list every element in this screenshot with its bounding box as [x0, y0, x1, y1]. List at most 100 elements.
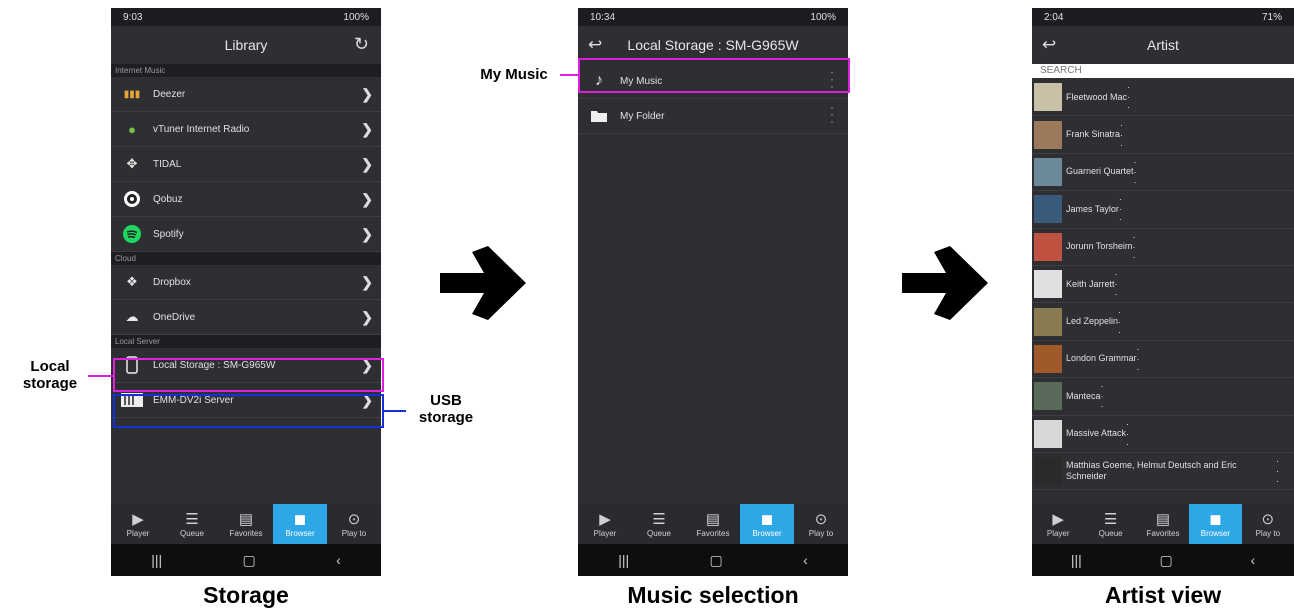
connector-local [88, 375, 113, 377]
chevron-right-icon: ❯ [361, 86, 373, 102]
status-bar: 10:34 100% [578, 8, 848, 26]
list-item-tidal[interactable]: ✥ TIDAL ❯ [111, 147, 381, 182]
phone-library-screen: 9:03 100% Library ↻ Internet Music ▮▮▮ D… [111, 8, 381, 576]
back-icon[interactable]: ‹ [336, 552, 341, 568]
play-to-icon: ⊙ [347, 510, 361, 528]
tab-queue[interactable]: ☰ Queue [632, 504, 686, 544]
artist-row[interactable]: Massive Attack · · · [1032, 416, 1294, 453]
chevron-right-icon: ❯ [361, 226, 373, 242]
tab-queue[interactable]: ☰ Queue [1084, 504, 1136, 544]
artist-name: Jorunn Torsheim [1066, 241, 1133, 252]
refresh-icon[interactable]: ↻ [354, 34, 369, 55]
play-to-icon: ⊙ [814, 510, 828, 528]
list-item-my-folder[interactable]: My Folder · · · [578, 99, 848, 134]
tab-favorites[interactable]: ▤ Favorites [219, 504, 273, 544]
connector-usb [384, 410, 406, 412]
status-bar: 9:03 100% [111, 8, 381, 26]
tab-favorites[interactable]: ▤ Favorites [686, 504, 740, 544]
list-item-spotify[interactable]: Spotify ❯ [111, 217, 381, 252]
list-item-dropbox[interactable]: ❖ Dropbox ❯ [111, 265, 381, 300]
tab-label: Queue [646, 528, 672, 538]
more-options-icon[interactable]: · · · [1132, 232, 1135, 262]
home-icon[interactable]: ▢ [1160, 552, 1173, 569]
tab-label: Favorites [229, 528, 263, 538]
tab-player[interactable]: ▶ Player [111, 504, 165, 544]
back-icon[interactable]: ‹ [803, 552, 808, 568]
android-nav-bar: ||| ▢ ‹ [578, 544, 848, 576]
artist-row[interactable]: Frank Sinatra · · · [1032, 116, 1294, 154]
artist-row[interactable]: Keith Jarrett · · · [1032, 266, 1294, 304]
tab-browser[interactable]: ◼ Browser [1189, 504, 1242, 544]
tab-play-to[interactable]: ⊙ Play to [794, 504, 848, 544]
tab-play-to[interactable]: ⊙ Play to [327, 504, 381, 544]
home-icon[interactable]: ▢ [710, 552, 723, 569]
tab-browser[interactable]: ◼ Browser [740, 504, 794, 544]
recent-apps-icon[interactable]: ||| [151, 552, 162, 568]
back-arrow-icon[interactable]: ↩ [1042, 35, 1056, 55]
tab-player[interactable]: ▶ Player [578, 504, 632, 544]
tab-favorites[interactable]: ▤ Favorites [1137, 504, 1189, 544]
artist-list: Fleetwood Mac · · · Frank Sinatra · · · Guarneri… [1032, 79, 1294, 491]
list-item-onedrive[interactable]: ☁ OneDrive ❯ [111, 300, 381, 335]
more-options-icon[interactable]: · · · [1127, 82, 1130, 112]
title-bar: ↩ Artist [1032, 26, 1294, 64]
more-options-icon[interactable]: · · · [1276, 456, 1279, 486]
favorites-icon: ▤ [1155, 510, 1171, 528]
queue-icon: ☰ [185, 510, 199, 528]
caption-storage: Storage [203, 582, 289, 608]
chevron-right-icon: ❯ [361, 274, 373, 290]
list-item-qobuz[interactable]: Qobuz ❯ [111, 182, 381, 217]
tab-label: Player [126, 528, 150, 538]
recent-apps-icon[interactable]: ||| [618, 552, 629, 568]
browser-icon: ◼ [1209, 510, 1222, 528]
album-thumbnail [1034, 195, 1062, 224]
chevron-right-icon: ❯ [361, 121, 373, 137]
artist-row[interactable]: Guarneri Quartet · · · [1032, 154, 1294, 192]
status-bar: 2:04 71% [1032, 8, 1294, 26]
dropbox-icon: ❖ [126, 274, 138, 289]
more-options-icon[interactable]: · · · [1137, 344, 1140, 374]
label-my-music: My Music [480, 66, 548, 83]
recent-apps-icon[interactable]: ||| [1071, 552, 1082, 568]
album-thumbnail [1034, 419, 1062, 448]
more-options-icon[interactable]: · · · [830, 101, 834, 127]
list-item-label: Qobuz [153, 193, 183, 205]
more-options-icon[interactable]: · · · [1101, 381, 1104, 411]
status-time: 2:04 [1044, 11, 1064, 23]
tab-player[interactable]: ▶ Player [1032, 504, 1084, 544]
tab-play-to[interactable]: ⊙ Play to [1242, 504, 1294, 544]
back-icon[interactable]: ‹ [1250, 552, 1255, 568]
home-icon[interactable]: ▢ [243, 552, 256, 569]
tab-queue[interactable]: ☰ Queue [165, 504, 219, 544]
tab-label: Queue [179, 528, 205, 538]
back-arrow-icon[interactable]: ↩ [588, 35, 602, 55]
list-item-label: TIDAL [153, 158, 182, 170]
phone-artist-screen: 2:04 71% ↩ Artist SEARCH Fleetwood Mac · ·… [1032, 8, 1294, 576]
artist-name: Frank Sinatra [1066, 129, 1121, 140]
list-item-label: Spotify [153, 228, 184, 240]
list-item-vtuner[interactable]: ● vTuner Internet Radio ❯ [111, 112, 381, 147]
artist-row[interactable]: Fleetwood Mac · · · [1032, 79, 1294, 117]
tab-browser[interactable]: ◼ Browser [273, 504, 327, 544]
search-input[interactable]: SEARCH [1032, 64, 1294, 78]
more-options-icon[interactable]: · · · [1134, 157, 1137, 187]
artist-row[interactable]: Led Zeppelin · · · [1032, 303, 1294, 341]
list-item-deezer[interactable]: ▮▮▮ Deezer ❯ [111, 77, 381, 112]
title-bar: Library ↻ [111, 26, 381, 64]
tab-label: Favorites [1146, 528, 1180, 538]
caption-music-selection: Music selection [627, 582, 799, 608]
artist-row[interactable]: James Taylor · · · [1032, 191, 1294, 229]
artist-name: Guarneri Quartet [1066, 166, 1134, 177]
tab-label: Play to [1255, 528, 1281, 538]
more-options-icon[interactable]: · · · [1119, 194, 1122, 224]
artist-row[interactable]: Matthias Goeme, Helmut Deutsch and Eric … [1032, 453, 1294, 491]
artist-row[interactable]: Jorunn Torsheim · · · [1032, 229, 1294, 266]
section-cloud: Cloud [111, 252, 381, 265]
android-nav-bar: ||| ▢ ‹ [111, 544, 381, 576]
more-options-icon[interactable]: · · · [1115, 269, 1118, 299]
more-options-icon[interactable]: · · · [1118, 307, 1121, 337]
more-options-icon[interactable]: · · · [1120, 120, 1123, 150]
more-options-icon[interactable]: · · · [1126, 419, 1129, 449]
artist-row[interactable]: Manteca · · · [1032, 378, 1294, 416]
artist-row[interactable]: London Grammar · · · [1032, 341, 1294, 379]
